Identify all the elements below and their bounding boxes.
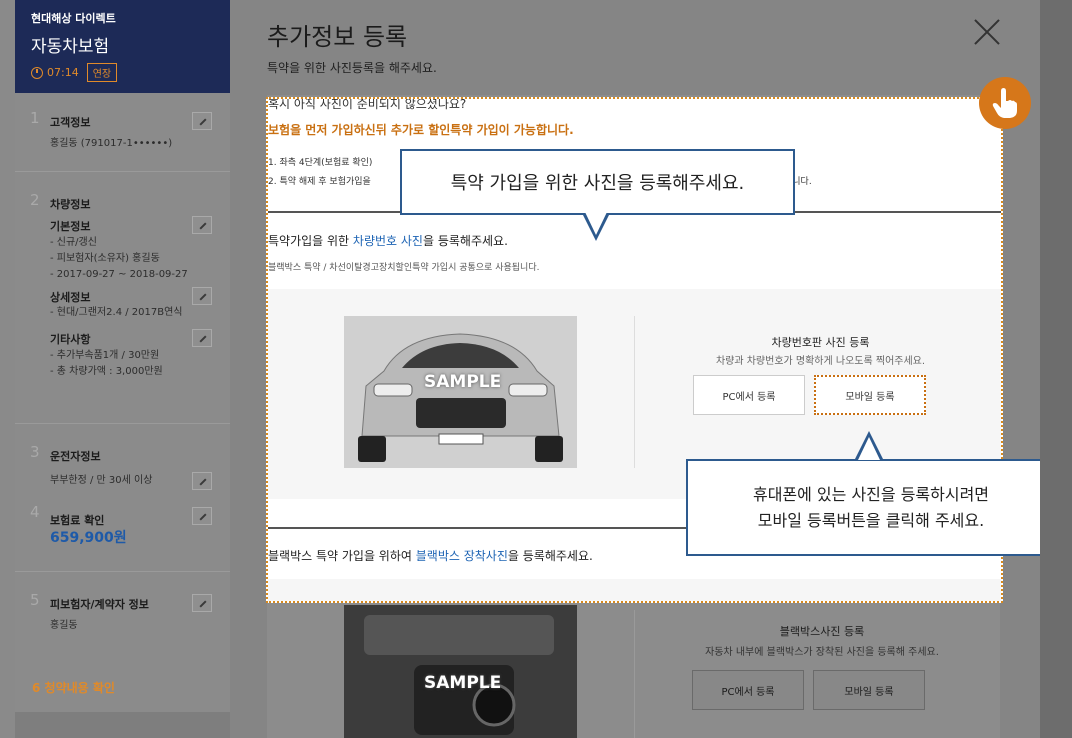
step-title: 차량정보	[50, 198, 91, 211]
step-number: 1	[30, 109, 40, 127]
etc-info-title: 기타사항	[50, 333, 91, 346]
guide-tooltip-mobile: 휴대폰에 있는 사진을 등록하시려면 모바일 등록버튼을 클릭해 주세요.	[686, 459, 1056, 556]
edit-icon[interactable]	[192, 216, 212, 234]
step-divider	[15, 423, 230, 424]
tooltip-mobile-line-2: 모바일 등록버튼을 클릭해 주세요.	[757, 510, 985, 530]
modal-subtitle: 특약을 위한 사진등록을 해주세요.	[267, 61, 437, 75]
section2-title: 블랙박스 특약 가입을 위하여 블랙박스 장착사진을 등록해주세요.	[268, 547, 593, 564]
panel-divider	[634, 316, 635, 468]
blackbox-register-desc: 자동차 내부에 블랙박스가 장착된 사진을 등록해 주세요.	[705, 647, 939, 658]
edit-icon[interactable]	[192, 329, 212, 347]
notice-orange: 보험을 먼저 가입하신뒤 추가로 할인특약 가입이 가능합니다.	[268, 123, 574, 137]
car-illustration	[344, 316, 577, 468]
blackbox-mobile-register-button[interactable]: 모바일 등록	[813, 670, 925, 710]
detail-info-title: 상세정보	[50, 291, 91, 304]
sample-watermark: SAMPLE	[424, 372, 502, 392]
section2-title-link: 블랙박스 장착사진	[415, 549, 508, 563]
edit-icon[interactable]	[192, 287, 212, 305]
extend-button[interactable]: 연장	[86, 63, 118, 82]
clock-icon	[31, 66, 43, 79]
basic-info-line: - 신규/갱신	[50, 237, 97, 248]
blackbox-register-title: 블랙박스사진 등록	[779, 625, 865, 638]
step-title: 운전자정보	[50, 450, 101, 463]
plate-register-desc: 차량과 차량번호가 명확하게 나오도록 찍어주세요.	[715, 356, 926, 367]
blackbox-photo-panel-top	[268, 579, 1001, 601]
step-number: 5	[30, 591, 40, 609]
tooltip-mobile-line-1: 휴대폰에 있는 사진을 등록하시려면	[752, 484, 990, 504]
step-review-application[interactable]: 6 청약내용 확인	[15, 657, 230, 712]
basic-info-line: - 피보험자(소유자) 홍길동	[50, 253, 160, 264]
step-title: 고객정보	[50, 116, 91, 129]
step-title: 6 청약내용 확인	[32, 681, 115, 695]
plate-mobile-register-button[interactable]: 모바일 등록	[814, 375, 926, 415]
sidebar-header: 현대해상 다이렉트 자동차보험 07:14 연장	[15, 0, 230, 93]
section1-title: 특약가입을 위한 차량번호 사진을 등록해주세요.	[268, 232, 508, 249]
modal-title: 추가정보 등록	[267, 23, 408, 51]
timer-value: 07:14	[47, 66, 79, 79]
section-divider	[634, 610, 635, 738]
blackbox-illustration	[344, 605, 577, 738]
notice-line-1: 1. 좌측 4단계(보험료 확인)	[268, 158, 373, 168]
step-number: 2	[30, 191, 40, 209]
step-title: 보험료 확인	[50, 514, 105, 527]
step-divider	[15, 171, 230, 172]
section1-title-link: 차량번호 사진	[352, 234, 423, 248]
session-timer: 07:14 연장	[31, 63, 214, 82]
product-name: 자동차보험	[31, 37, 110, 57]
blackbox-sample-image: SAMPLE	[344, 605, 577, 738]
section2-title-post: 을 등록해주세요.	[507, 549, 593, 563]
sidebar: 현대해상 다이렉트 자동차보험 07:14 연장 1 고객정보 홍길동 (791…	[0, 0, 230, 738]
plate-pc-register-button[interactable]: PC에서 등록	[693, 375, 805, 415]
section1-title-pre: 특약가입을 위한	[268, 234, 353, 248]
plate-register-title: 차량번호판 사진 등록	[771, 336, 870, 349]
edit-icon[interactable]	[192, 594, 212, 612]
basic-info-line: - 2017-09-27 ~ 2018-09-27	[50, 269, 188, 280]
notice-line-2: 2. 특약 해제 후 보험가입을	[268, 177, 371, 187]
sample-watermark: SAMPLE	[424, 673, 502, 693]
step-number: 3	[30, 443, 40, 461]
section1-title-post: 을 등록해주세요.	[422, 234, 508, 248]
tooltip-mobile-text: 휴대폰에 있는 사진을 등록하시려면 모바일 등록버튼을 클릭해 주세요.	[753, 482, 989, 534]
blackbox-pc-register-button[interactable]: PC에서 등록	[692, 670, 804, 710]
detail-info-line: - 현대/그랜저2.4 / 2017B연식	[50, 307, 183, 318]
step-number: 4	[30, 503, 40, 521]
step-summary: 부부한정 / 만 30세 이상	[50, 475, 153, 486]
hand-pointer-icon[interactable]	[979, 77, 1031, 129]
tooltip-pointer-up	[855, 431, 883, 460]
page-scrollbar[interactable]	[1040, 0, 1072, 738]
step-divider	[15, 571, 230, 572]
step-next	[15, 712, 230, 738]
car-sample-image: SAMPLE	[344, 316, 577, 468]
question-text: 혹시 아직 사진이 준비되지 않으셨나요?	[268, 97, 467, 111]
edit-icon[interactable]	[192, 112, 212, 130]
guide-tooltip-photo: 특약 가입을 위한 사진을 등록해주세요.	[400, 149, 795, 215]
basic-info-title: 기본정보	[50, 220, 91, 233]
etc-info-line: - 총 차량가액 : 3,000만원	[50, 366, 163, 377]
section1-desc: 블랙박스 특약 / 차선이탈경고장치할인특약 가입시 공통으로 사용됩니다.	[268, 263, 540, 273]
step-summary: 홍길동	[50, 620, 78, 631]
close-icon[interactable]	[973, 18, 1001, 46]
brand-name: 현대해상 다이렉트	[31, 12, 116, 25]
section2-title-pre: 블랙박스 특약 가입을 위하여	[268, 549, 416, 563]
step-summary: 홍길동 (791017-1••••••)	[50, 138, 173, 149]
step-list: 1 고객정보 홍길동 (791017-1••••••) 2 차량정보 기본정보 …	[15, 93, 230, 738]
etc-info-line: - 추가부속품1개 / 30만원	[50, 350, 160, 361]
step-title: 피보험자/계약자 정보	[50, 598, 149, 611]
edit-icon[interactable]	[192, 507, 212, 525]
premium-amount: 659,900원	[50, 530, 127, 546]
edit-icon[interactable]	[192, 472, 212, 490]
tooltip-pointer-down	[582, 212, 610, 241]
